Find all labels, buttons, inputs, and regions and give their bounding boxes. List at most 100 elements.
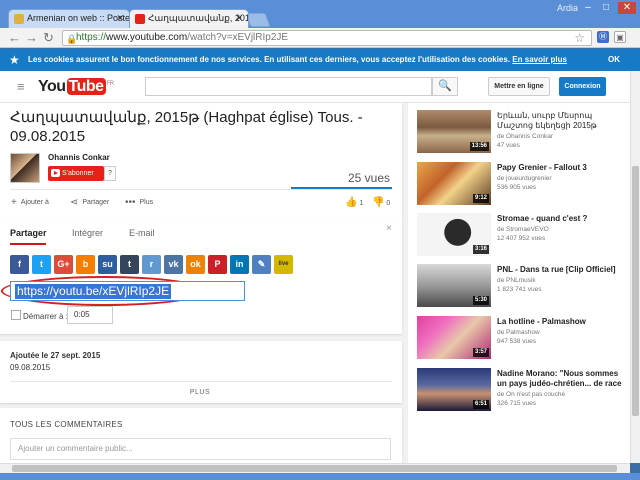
tab-embed[interactable]: Intégrer bbox=[72, 228, 103, 238]
logo-tube: Tube bbox=[66, 78, 106, 95]
window-border bbox=[0, 473, 640, 480]
video-title: Nadine Morano: "Nous sommes un pays judé… bbox=[497, 369, 622, 388]
video-thumbnail: 6:51 bbox=[417, 368, 491, 411]
menu-icon[interactable]: ▣ bbox=[614, 31, 626, 43]
video-title: Երևան, սուրբ Մեսրոպ Մաշտոց եկեղեցի 2015թ bbox=[497, 111, 597, 130]
livejournal-share-icon[interactable]: ✎ bbox=[252, 255, 271, 274]
url-path: /watch?v=xEVjlRIp2JE bbox=[187, 32, 289, 43]
search-input[interactable] bbox=[145, 77, 432, 96]
horizontal-scrollbar[interactable] bbox=[0, 463, 630, 473]
share-url-field[interactable]: https://youtu.be/xEVjlRIp2JE bbox=[10, 281, 245, 301]
video-thumbnail: 9:12 bbox=[417, 162, 491, 205]
back-arrow-icon[interactable]: ← bbox=[8, 30, 21, 46]
google-plus-share-icon[interactable]: G+ bbox=[54, 255, 73, 274]
video-channel: de Palmashow bbox=[497, 329, 540, 336]
active-tab-indicator bbox=[10, 243, 46, 245]
pinterest-share-icon[interactable]: P bbox=[208, 255, 227, 274]
recommended-video[interactable]: 9:12 Papy Grenier - Fallout 3 de joueurd… bbox=[417, 162, 627, 206]
recommended-video[interactable]: 6:51 Nadine Morano: "Nous sommes un pays… bbox=[417, 368, 627, 412]
upload-button[interactable]: Mettre en ligne bbox=[488, 77, 550, 96]
share-url-selected-text: https://youtu.be/xEVjlRIp2JE bbox=[15, 284, 172, 299]
hamburger-menu-icon[interactable]: ≡ bbox=[17, 79, 25, 94]
login-button[interactable]: Connexion bbox=[559, 77, 606, 96]
close-icon[interactable]: × bbox=[386, 223, 392, 234]
tumblr-share-icon[interactable]: t bbox=[120, 255, 139, 274]
lock-icon: 🔒 bbox=[66, 34, 78, 44]
url-host: www.youtube.com bbox=[106, 32, 188, 43]
mail-ru-share-icon[interactable]: live bbox=[274, 255, 293, 274]
video-duration: 9:12 bbox=[472, 194, 489, 203]
new-tab-button[interactable] bbox=[245, 13, 271, 27]
logo-region: FR bbox=[106, 80, 115, 87]
blogger-share-icon[interactable]: b bbox=[76, 255, 95, 274]
comments-heading: TOUS LES COMMENTAIRES bbox=[10, 420, 123, 429]
reload-icon[interactable]: ↻ bbox=[43, 30, 54, 46]
video-duration: 13:56 bbox=[469, 142, 489, 151]
learn-more-link[interactable]: En savoir plus bbox=[512, 55, 567, 64]
start-at-checkbox[interactable] bbox=[11, 310, 21, 320]
tab-email[interactable]: E-mail bbox=[129, 228, 155, 238]
reddit-share-icon[interactable]: r bbox=[142, 255, 161, 274]
tab-close-icon[interactable]: ✕ bbox=[235, 13, 243, 24]
comment-input[interactable]: Ajouter un commentaire public... bbox=[10, 438, 391, 460]
vertical-scroll-thumb[interactable] bbox=[632, 166, 639, 416]
video-duration: 3:16 bbox=[472, 245, 489, 254]
browser-user-name[interactable]: Ardia bbox=[557, 3, 578, 13]
extension-icon[interactable]: Ⓜ bbox=[597, 31, 609, 43]
video-channel: de StromaeVEVO bbox=[497, 226, 549, 233]
youtube-header: ≡ You Tube FR 🔍 Mettre en ligne Connexion bbox=[0, 71, 630, 103]
stumbleupon-share-icon[interactable]: su bbox=[98, 255, 117, 274]
browser-tab-armenian-on-web[interactable]: Armenian on web :: Poster u ✕ bbox=[8, 9, 130, 28]
browser-toolbar: ← → ↻ 🔒 https://www.youtube.com/watch?v=… bbox=[0, 28, 640, 48]
address-bar[interactable]: 🔒 https://www.youtube.com/watch?v=xEVjlR… bbox=[62, 30, 592, 46]
youtube-logo[interactable]: You Tube FR bbox=[38, 78, 114, 96]
video-channel: de Ohannis Conkar bbox=[497, 133, 554, 140]
facebook-share-icon[interactable]: f bbox=[10, 255, 29, 274]
divider bbox=[10, 381, 392, 382]
video-views: 12 407 952 vues bbox=[497, 235, 546, 242]
browser-tab-youtube-video[interactable]: Հաղպատավանք, 2015թ (H ✕ bbox=[129, 9, 249, 28]
cookie-ok-button[interactable]: OK bbox=[608, 49, 620, 71]
site-favicon-icon bbox=[14, 14, 24, 24]
tab-close-icon[interactable]: ✕ bbox=[116, 13, 124, 24]
horizontal-scroll-thumb[interactable] bbox=[12, 465, 617, 472]
recommended-video[interactable]: 5:30 PNL - Dans ta rue [Clip Officiel] d… bbox=[417, 264, 627, 308]
start-at-label: Démarrer à : bbox=[23, 312, 68, 321]
recommended-video[interactable]: 3:16 Stromae - quand c'est ? de StromaeV… bbox=[417, 213, 627, 257]
video-views: 1 823 741 vues bbox=[497, 286, 542, 293]
bookmark-star-icon[interactable]: ☆ bbox=[574, 31, 585, 45]
browser-titlebar: Armenian on web :: Poster u ✕ Հաղպատավան… bbox=[0, 0, 640, 28]
linkedin-share-icon[interactable]: in bbox=[230, 255, 249, 274]
odnoklassniki-share-icon[interactable]: ok bbox=[186, 255, 205, 274]
description-text: 09.08.2015 bbox=[10, 363, 51, 372]
video-title: Papy Grenier - Fallout 3 bbox=[497, 163, 587, 172]
url-scheme: https:// bbox=[76, 32, 107, 43]
close-window-button[interactable]: ✕ bbox=[618, 2, 636, 14]
video-duration: 3:57 bbox=[472, 348, 489, 357]
show-more-button[interactable]: PLUS bbox=[0, 389, 400, 396]
vk-share-icon[interactable]: vk bbox=[164, 255, 183, 274]
vertical-scrollbar[interactable] bbox=[630, 71, 640, 463]
video-title: La hotline - Palmashow bbox=[497, 317, 586, 326]
video-views: 326 715 vues bbox=[497, 400, 537, 407]
cookie-banner: ★ Les cookies assurent le bon fonctionne… bbox=[0, 49, 640, 71]
video-title: PNL - Dans ta rue [Clip Officiel] bbox=[497, 265, 616, 274]
watch-page: Հաղպատավանք, 2015թ (Haghpat église) Tous… bbox=[0, 103, 630, 463]
tab-share[interactable]: Partager bbox=[10, 228, 47, 238]
minimize-button[interactable]: – bbox=[580, 2, 596, 14]
video-views: 47 vues bbox=[497, 142, 520, 149]
video-views: 947 538 vues bbox=[497, 338, 537, 345]
forward-arrow-icon[interactable]: → bbox=[25, 30, 38, 46]
recommended-video[interactable]: 3:57 La hotline - Palmashow de Palmashow… bbox=[417, 316, 627, 360]
tab-title: Armenian on web :: Poster u bbox=[27, 13, 130, 23]
video-thumbnail: 3:16 bbox=[417, 213, 491, 256]
recommended-video[interactable]: 13:56 Երևան, սուրբ Մեսրոպ Մաշտոց եկեղեցի… bbox=[417, 110, 627, 154]
maximize-button[interactable]: □ bbox=[598, 2, 614, 14]
cookie-text: Les cookies assurent le bon fonctionneme… bbox=[28, 49, 567, 71]
start-time-input[interactable]: 0:05 bbox=[67, 306, 113, 324]
publish-date: Ajoutée le 27 sept. 2015 bbox=[10, 351, 100, 360]
video-thumbnail: 5:30 bbox=[417, 264, 491, 307]
search-button[interactable]: 🔍 bbox=[432, 77, 458, 96]
logo-you: You bbox=[38, 78, 66, 95]
twitter-share-icon[interactable]: t bbox=[32, 255, 51, 274]
